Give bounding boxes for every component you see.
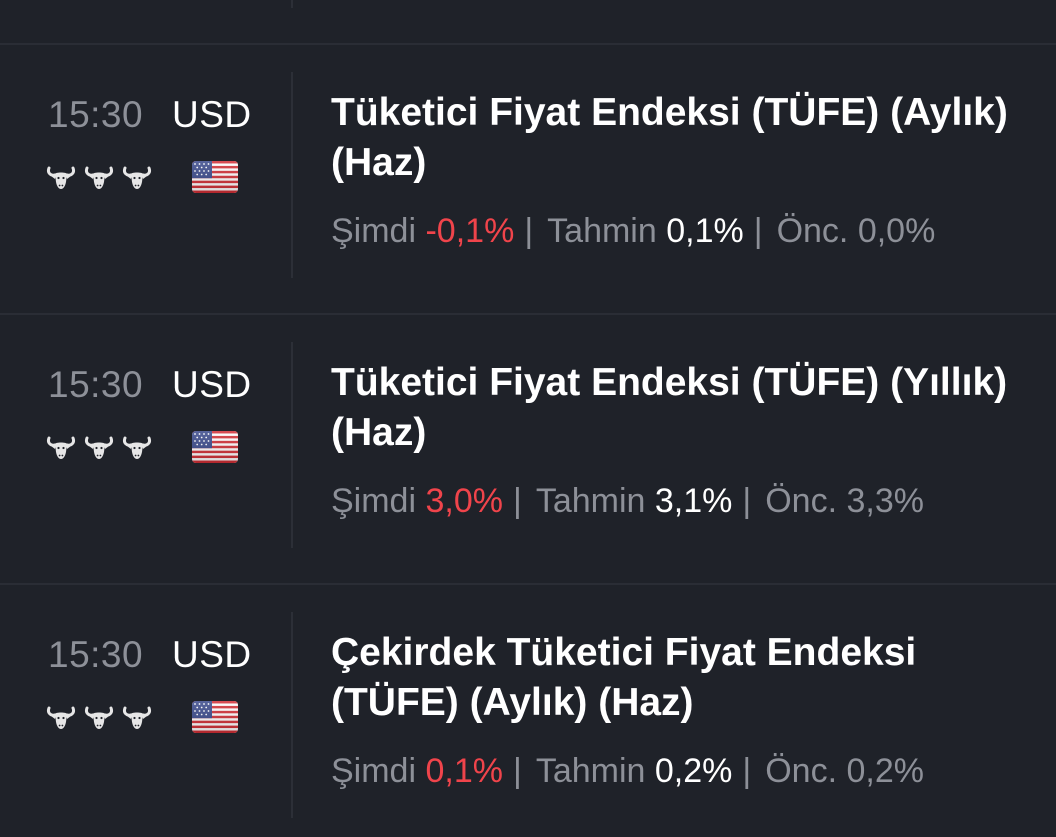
event-time: 15:30: [48, 364, 144, 405]
event-time: 15:30: [48, 94, 144, 135]
bull-icon: [46, 162, 76, 192]
actual-label: Şimdi: [331, 212, 417, 250]
event-row[interactable]: 15:30 USD Çekirdek Tüketici Fiyat Endeks…: [0, 610, 1056, 837]
event-row[interactable]: 15:30 USD Tüketici Fiyat Endeksi (TÜFE) …: [0, 70, 1056, 298]
column-divider: [291, 342, 293, 548]
actual-value: 3,0%: [425, 482, 503, 520]
event-row[interactable]: 15:30 USD Tüketici Fiyat Endeksi (TÜFE) …: [0, 340, 1056, 568]
actual-label: Şimdi: [331, 482, 417, 520]
row-divider: [0, 313, 1056, 315]
previous-label: Önc.: [776, 212, 849, 250]
importance-rating: [46, 162, 152, 196]
bull-icon: [122, 432, 152, 462]
forecast-value: 3,1%: [654, 482, 733, 520]
stat-separator: |: [753, 212, 763, 250]
event-stats: Şimdi -0,1% | Tahmin 0,1% | Önc. 0,0%: [331, 212, 935, 251]
bull-icon: [84, 432, 114, 462]
event-currency: USD: [172, 364, 252, 405]
forecast-label: Tahmin: [547, 212, 657, 250]
actual-label: Şimdi: [331, 752, 417, 790]
previous-label: Önc.: [765, 482, 838, 520]
bull-icon: [46, 432, 76, 462]
previous-value: 3,3%: [846, 482, 925, 520]
stat-separator: |: [524, 212, 534, 250]
event-stats: Şimdi 0,1% | Tahmin 0,2% | Önc. 0,2%: [331, 752, 924, 791]
forecast-value: 0,1%: [666, 212, 744, 250]
bull-icon: [46, 702, 76, 732]
us-flag-icon: [192, 701, 238, 733]
stat-separator: |: [512, 482, 522, 520]
column-divider-stub: [291, 0, 293, 8]
event-currency: USD: [172, 634, 252, 675]
forecast-label: Tahmin: [535, 752, 646, 790]
previous-value: 0,0%: [857, 212, 936, 250]
actual-value: 0,1%: [425, 752, 503, 790]
event-stats: Şimdi 3,0% | Tahmin 3,1% | Önc. 3,3%: [331, 482, 924, 521]
event-title: Tüketici Fiyat Endeksi (TÜFE) (Aylık) (H…: [331, 91, 1008, 184]
event-currency: USD: [172, 94, 252, 135]
forecast-label: Tahmin: [535, 482, 646, 520]
importance-rating: [46, 702, 152, 736]
stat-separator: |: [742, 482, 752, 520]
stat-separator: |: [512, 752, 522, 790]
event-time: 15:30: [48, 634, 144, 675]
forecast-value: 0,2%: [654, 752, 733, 790]
us-flag-icon: [192, 431, 238, 463]
us-flag-icon: [192, 161, 238, 193]
event-title: Tüketici Fiyat Endeksi (TÜFE) (Yıllık) (…: [331, 361, 1008, 454]
stat-separator: |: [742, 752, 752, 790]
previous-value: 0,2%: [846, 752, 925, 790]
economic-calendar-list: 15:30 USD Tüketici Fiyat Endeksi (TÜFE) …: [0, 0, 1056, 837]
bull-icon: [122, 162, 152, 192]
column-divider: [291, 612, 293, 818]
row-divider: [0, 583, 1056, 585]
row-divider: [0, 43, 1056, 45]
bull-icon: [84, 162, 114, 192]
event-title: Çekirdek Tüketici Fiyat Endeksi (TÜFE) (…: [331, 631, 917, 724]
bull-icon: [84, 702, 114, 732]
actual-value: -0,1%: [425, 212, 515, 250]
bull-icon: [122, 702, 152, 732]
previous-label: Önc.: [765, 752, 838, 790]
importance-rating: [46, 432, 152, 466]
column-divider: [291, 72, 293, 278]
